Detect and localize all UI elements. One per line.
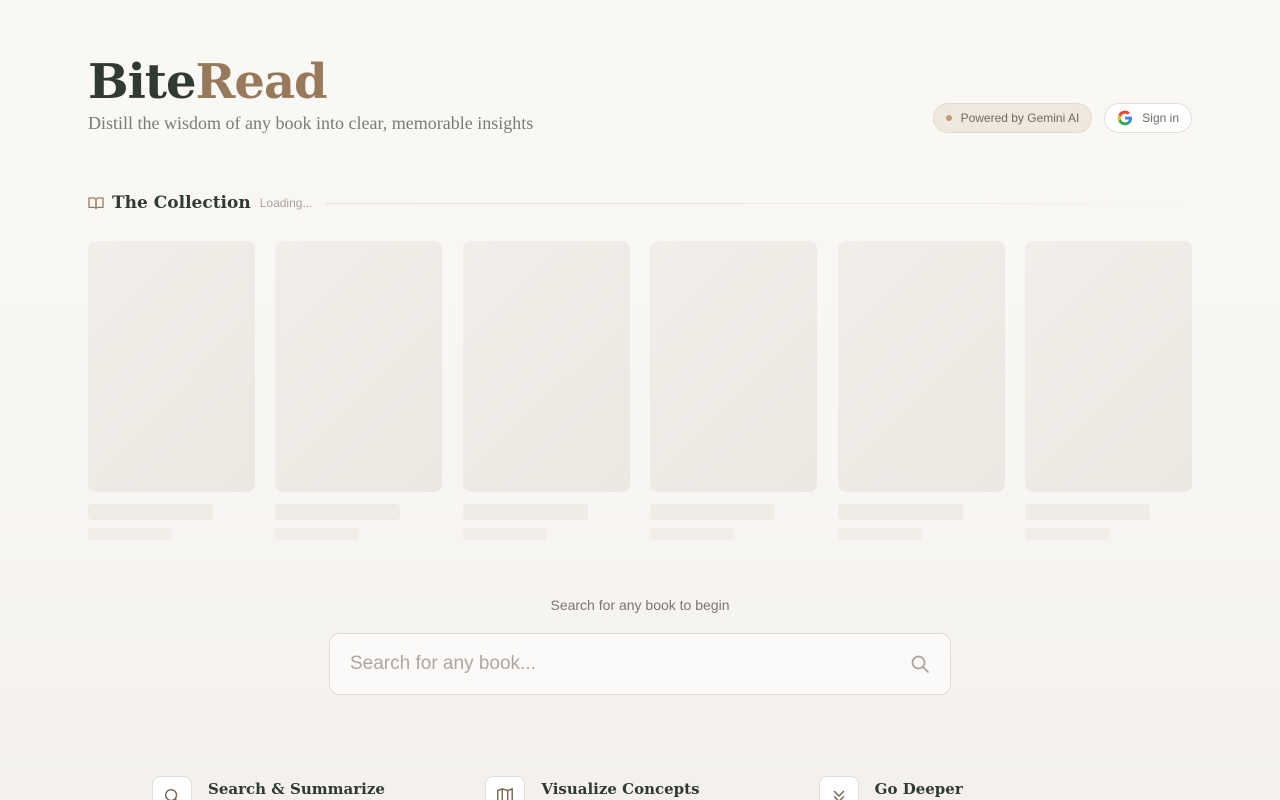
book-card-placeholder [275, 241, 443, 540]
cover-skeleton [1024, 241, 1192, 492]
cover-skeleton [275, 241, 443, 492]
feature-icon-box [152, 776, 192, 800]
open-book-icon [88, 197, 104, 210]
book-card-placeholder [650, 241, 818, 540]
author-skeleton [1024, 528, 1109, 540]
book-card-placeholder [88, 241, 255, 540]
author-skeleton [275, 528, 360, 540]
cover-skeleton [88, 241, 255, 492]
book-card-placeholder [837, 241, 1005, 540]
logo-bite: Bite [88, 54, 197, 110]
sign-in-label: Sign in [1142, 111, 1179, 125]
collection-title: The Collection [112, 193, 251, 213]
status-dot-icon [945, 115, 952, 121]
features-row: Search & Summarize Visualize Concepts Go… [152, 776, 1152, 800]
title-skeleton [837, 504, 963, 520]
collection-header: The Collection Loading... [88, 190, 1192, 216]
gemini-badge: Powered by Gemini AI [932, 103, 1093, 133]
feature-title: Search & Summarize [208, 780, 385, 798]
sign-in-button[interactable]: Sign in [1104, 103, 1192, 133]
google-icon [1117, 110, 1133, 126]
feature-search-summarize: Search & Summarize [152, 776, 485, 800]
search-hint: Search for any book to begin [550, 597, 730, 613]
author-skeleton [88, 528, 172, 540]
chevrons-down-icon [833, 790, 844, 800]
header-actions: Powered by Gemini AI Sign in [932, 103, 1192, 133]
collection-status: Loading... [259, 196, 313, 210]
book-grid [88, 241, 1192, 540]
title-skeleton [462, 504, 588, 520]
header: BiteRead Distill the wisdom of any book … [88, 52, 1192, 142]
cover-skeleton [462, 241, 630, 492]
feature-title: Go Deeper [874, 780, 963, 798]
title-skeleton [650, 504, 776, 520]
feature-title: Visualize Concepts [541, 780, 700, 798]
author-skeleton [650, 528, 735, 540]
divider [326, 202, 1192, 204]
feature-icon-box [818, 776, 859, 800]
author-skeleton [462, 528, 547, 540]
map-icon [497, 788, 514, 800]
book-card-placeholder [1024, 241, 1192, 540]
author-skeleton [837, 528, 922, 540]
title-skeleton [88, 504, 213, 520]
feature-go-deeper: Go Deeper [818, 776, 1152, 800]
title-skeleton [1024, 504, 1150, 520]
search-icon [164, 788, 178, 800]
search-input[interactable] [350, 653, 910, 675]
cover-skeleton [837, 241, 1005, 492]
logo-read: Read [195, 54, 328, 110]
cover-skeleton [650, 241, 818, 492]
feature-icon-box [485, 776, 526, 800]
search-bar [329, 633, 951, 695]
title-skeleton [275, 504, 401, 520]
book-card-placeholder [462, 241, 630, 540]
gemini-badge-label: Powered by Gemini AI [960, 111, 1080, 125]
feature-visualize-concepts: Visualize Concepts [485, 776, 818, 800]
search-icon[interactable] [910, 654, 930, 674]
